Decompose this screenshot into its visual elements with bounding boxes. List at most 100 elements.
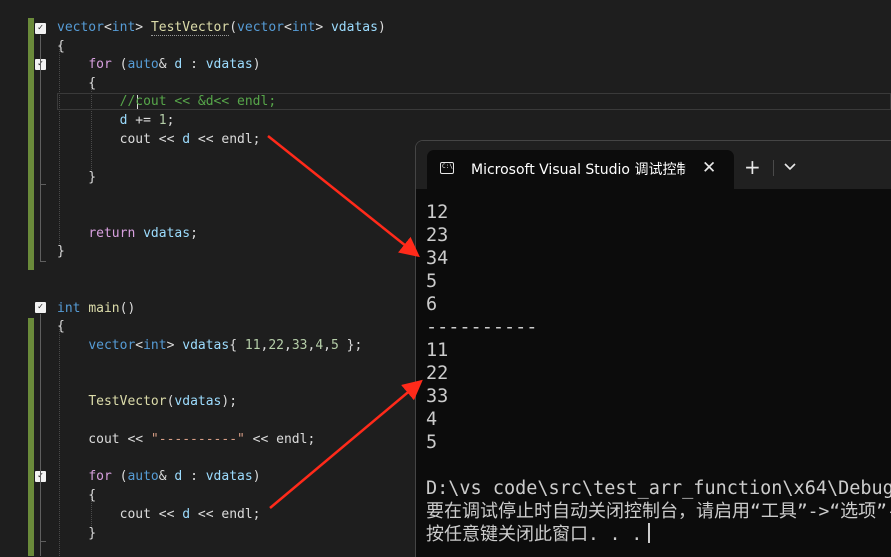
- code-line[interactable]: vector<int> TestVector(vector<int> vdata…: [57, 18, 386, 37]
- code-token: ): [252, 469, 261, 484]
- code-line[interactable]: {: [57, 317, 65, 336]
- code-token: :: [182, 469, 206, 484]
- console-line: 5: [426, 271, 438, 292]
- code-token: TestVector: [150, 20, 230, 36]
- close-tab-icon[interactable]: ✕: [702, 158, 716, 178]
- code-token: >: [315, 20, 331, 35]
- code-token: vector: [57, 20, 104, 35]
- code-token: :: [182, 57, 206, 72]
- code-token: }: [57, 170, 97, 185]
- code-token: int: [111, 20, 136, 35]
- code-token: vdatas: [205, 57, 253, 72]
- console-line: 34: [426, 248, 449, 269]
- code-token: }: [57, 244, 65, 259]
- chevron-down-icon[interactable]: [783, 159, 797, 175]
- code-token: << endl;: [244, 432, 316, 447]
- code-token: {: [57, 39, 65, 54]
- scope-line-end: [40, 541, 46, 542]
- divider: [773, 160, 774, 176]
- code-token: &: [158, 469, 175, 484]
- code-token: {: [57, 319, 65, 334]
- code-token: (: [111, 469, 128, 484]
- code-token: cout <<: [57, 507, 183, 522]
- debug-console-window[interactable]: C:\ Microsoft Visual Studio 调试控制台 ✕ + 12…: [415, 140, 891, 557]
- console-line: 5: [426, 432, 438, 453]
- code-line[interactable]: //cout << &d<< endl;: [57, 92, 277, 111]
- code-token: int: [291, 20, 316, 35]
- code-line[interactable]: }: [57, 242, 65, 261]
- console-line: 22: [426, 363, 449, 384]
- code-line[interactable]: for (auto& d : vdatas): [57, 467, 261, 486]
- code-token: <: [103, 20, 112, 35]
- console-line: 33: [426, 386, 449, 407]
- code-line[interactable]: cout << d << endl;: [57, 130, 261, 149]
- code-line[interactable]: {: [57, 486, 96, 505]
- code-token: 11: [244, 338, 261, 353]
- scope-line: [40, 483, 41, 541]
- terminal-icon: C:\: [440, 162, 454, 174]
- code-token: auto: [127, 469, 159, 484]
- code-token: }: [57, 526, 97, 541]
- code-line[interactable]: cout << d << endl;: [57, 505, 261, 524]
- code-token: ): [252, 57, 261, 72]
- code-token: 22: [268, 338, 285, 353]
- console-titlebar[interactable]: C:\ Microsoft Visual Studio 调试控制台 ✕ +: [416, 141, 891, 189]
- console-output[interactable]: 12 23 34 5 6 ---------- 11 22 33 4 5 D:\…: [426, 201, 891, 546]
- code-token: d: [182, 507, 191, 522]
- code-token: +=: [127, 113, 159, 128]
- code-line[interactable]: cout << "----------" << endl;: [57, 430, 315, 449]
- code-token: >: [166, 338, 183, 353]
- code-token: };: [338, 338, 363, 353]
- code-token: vector: [88, 338, 136, 353]
- code-token: 5: [330, 338, 339, 353]
- code-token: &: [158, 57, 175, 72]
- code-token: for: [88, 469, 112, 484]
- console-line: 4: [426, 409, 438, 430]
- code-line[interactable]: d += 1;: [57, 111, 175, 130]
- code-line[interactable]: {: [57, 37, 65, 56]
- code-token: ): [377, 20, 386, 35]
- code-token: TestVector: [88, 394, 167, 409]
- code-token: {: [57, 76, 97, 91]
- console-line: 12: [426, 202, 449, 223]
- code-line[interactable]: int main(): [57, 299, 135, 318]
- code-token: d: [182, 132, 191, 147]
- code-token: cout <<: [57, 432, 151, 447]
- console-cursor: [648, 523, 651, 543]
- console-prompt-line: 按任意键关闭此窗口. . .: [426, 523, 891, 546]
- code-token: vdatas: [182, 338, 230, 353]
- code-token: ,: [284, 338, 292, 353]
- code-token: main: [88, 301, 120, 316]
- code-line[interactable]: }: [57, 168, 96, 187]
- code-line[interactable]: {: [57, 74, 96, 93]
- console-line: D:\vs code\src\test_arr_function\x64\Deb…: [426, 478, 891, 499]
- code-token: auto: [127, 57, 159, 72]
- code-token: << endl;: [190, 507, 261, 522]
- code-token: vdatas: [330, 20, 378, 35]
- code-token: cout <<: [57, 132, 183, 147]
- code-line[interactable]: for (auto& d : vdatas): [57, 55, 261, 74]
- change-bar: [28, 18, 34, 270]
- code-token: vector: [237, 20, 285, 35]
- console-line: 要在调试停止时自动关闭控制台，请启用“工具”->“选项”->“调试”->“调试停…: [426, 501, 891, 522]
- console-tab[interactable]: C:\ Microsoft Visual Studio 调试控制台 ✕: [427, 150, 734, 189]
- collapse-toggle-icon[interactable]: ✓: [35, 23, 46, 34]
- code-line[interactable]: }: [57, 524, 96, 543]
- code-token: ;: [166, 113, 175, 128]
- code-token: << endl;: [190, 132, 261, 147]
- code-token: 4: [315, 338, 324, 353]
- code-token: ;: [190, 226, 198, 241]
- code-line[interactable]: vector<int> vdatas{ 11,22,33,4,5 };: [57, 336, 362, 355]
- collapse-toggle-icon[interactable]: ✓: [35, 302, 46, 313]
- code-line[interactable]: return vdatas;: [57, 224, 198, 243]
- new-tab-button[interactable]: +: [744, 157, 761, 177]
- code-line[interactable]: TestVector(vdatas);: [57, 392, 237, 411]
- code-token: int: [143, 338, 167, 353]
- console-tab-title: Microsoft Visual Studio 调试控制台: [471, 162, 686, 178]
- scope-line-end: [40, 184, 46, 185]
